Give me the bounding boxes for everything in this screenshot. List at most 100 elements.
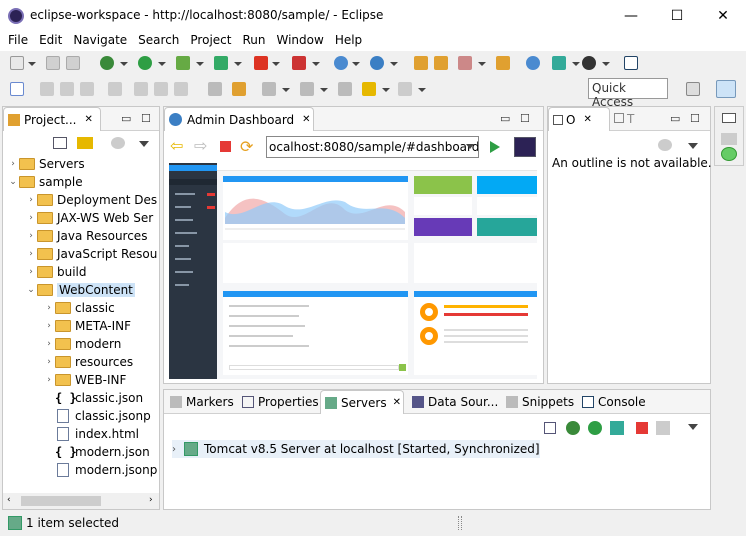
tree-item[interactable]: › Servers (7, 155, 84, 173)
step-into-icon[interactable] (134, 82, 148, 96)
save-all-icon[interactable] (66, 56, 80, 70)
step-over-icon[interactable] (154, 82, 168, 96)
next-annotation-icon[interactable] (262, 82, 276, 96)
maximize-view-icon[interactable]: ☐ (690, 112, 700, 125)
collapse-all-icon[interactable] (53, 137, 67, 149)
tree-item[interactable]: { } modern.json (7, 443, 150, 461)
tab-task-list[interactable]: T (614, 112, 634, 126)
menu-file[interactable]: File (4, 31, 32, 51)
open-type-icon[interactable] (414, 56, 428, 70)
quick-access-field[interactable]: Quick Access (588, 78, 668, 109)
tab-servers[interactable]: Servers ✕ (320, 390, 404, 414)
view-menu-icon[interactable] (688, 424, 698, 430)
tab-markers[interactable]: Markers (170, 395, 234, 409)
last-edit-icon[interactable] (338, 82, 352, 96)
tab-properties[interactable]: Properties (242, 395, 319, 409)
expand-arrow-icon[interactable]: › (25, 231, 37, 241)
resume-icon[interactable] (40, 82, 54, 96)
tab-outline[interactable]: O ✕ (548, 107, 610, 131)
menu-search[interactable]: Search (134, 31, 183, 51)
tree-item[interactable]: › resources (7, 353, 133, 371)
new-icon[interactable] (10, 56, 24, 70)
go-icon[interactable] (490, 141, 500, 153)
expand-arrow-icon[interactable]: › (25, 249, 37, 259)
filter-icon[interactable] (111, 137, 125, 149)
server-row[interactable]: › Tomcat v8.5 Server at localhost [Start… (172, 440, 540, 458)
horizontal-scrollbar[interactable]: ‹ › (3, 493, 159, 509)
tree-item[interactable]: ⌄ sample (7, 173, 82, 191)
tree-item[interactable]: › build (7, 263, 86, 281)
outline-trim-icon[interactable] (721, 133, 737, 145)
skip-breakpoints-icon[interactable] (10, 82, 24, 96)
profile-icon[interactable] (214, 56, 228, 70)
view-menu-icon[interactable] (139, 141, 149, 147)
tree-item[interactable]: › JAX-WS Web Ser (7, 209, 153, 227)
link-editor-icon[interactable] (77, 137, 93, 149)
browser-stop-icon[interactable] (220, 141, 231, 152)
publish-icon[interactable] (656, 421, 670, 435)
tree-item[interactable]: ⌄ WebContent (7, 281, 135, 299)
tree-item[interactable]: › WEB-INF (7, 371, 126, 389)
expand-arrow-icon[interactable]: › (43, 321, 55, 331)
close-button[interactable]: ✕ (700, 0, 746, 31)
maximize-editor-icon[interactable]: ☐ (520, 112, 530, 125)
menu-edit[interactable]: Edit (35, 31, 66, 51)
debug-icon[interactable] (100, 56, 114, 70)
console-icon[interactable] (624, 56, 638, 70)
forward-icon[interactable] (398, 82, 412, 96)
close-tab-icon[interactable]: ✕ (583, 114, 591, 125)
minimize-view-icon[interactable]: ▭ (670, 112, 680, 125)
expand-arrow-icon[interactable]: › (43, 339, 55, 349)
expand-arrow-icon[interactable]: › (43, 375, 55, 385)
expand-arrow-icon[interactable]: ⌄ (7, 177, 19, 187)
expand-icon[interactable]: › (172, 444, 176, 455)
mark-occurrences-icon[interactable] (232, 82, 246, 96)
maximize-button[interactable]: ☐ (654, 0, 700, 31)
tree-item[interactable]: › JavaScript Resou (7, 245, 157, 263)
restore-icon[interactable] (722, 113, 736, 123)
prev-annotation-icon[interactable] (300, 82, 314, 96)
new-server-icon[interactable] (334, 56, 348, 70)
tree-item[interactable]: › Java Resources (7, 227, 147, 245)
suspend-icon[interactable] (60, 82, 74, 96)
debug-server-icon[interactable] (566, 421, 580, 435)
task-icon[interactable] (496, 56, 510, 70)
terminate-icon[interactable] (80, 82, 94, 96)
tab-console[interactable]: Console (582, 395, 646, 409)
palette-icon[interactable] (721, 147, 737, 161)
close-tab-icon[interactable]: ✕ (302, 114, 310, 125)
disconnect-icon[interactable] (108, 82, 122, 96)
url-field[interactable]: ocalhost:8080/sample/#dashboard (266, 136, 479, 158)
close-tab-icon[interactable]: ✕ (393, 397, 401, 408)
close-tab-icon[interactable]: ✕ (85, 114, 93, 125)
save-icon[interactable] (46, 56, 60, 70)
tab-admin-dashboard[interactable]: Admin Dashboard ✕ (164, 107, 314, 131)
coverage-icon[interactable] (176, 56, 190, 70)
expand-arrow-icon[interactable]: › (25, 195, 37, 205)
browser-icon[interactable] (526, 56, 540, 70)
pin-icon[interactable] (458, 56, 472, 70)
tree-item[interactable]: { } classic.json (7, 389, 143, 407)
expand-arrow-icon[interactable]: ⌄ (25, 285, 37, 295)
back-icon[interactable] (362, 82, 376, 96)
tree-item[interactable]: modern.jsonp (7, 461, 157, 479)
expand-arrow-icon[interactable]: › (7, 159, 19, 169)
globe-icon[interactable] (370, 56, 384, 70)
tab-data-source[interactable]: Data Sour... (412, 395, 498, 409)
minimize-button[interactable]: — (608, 0, 654, 31)
tree-item[interactable]: index.html (7, 425, 139, 443)
start-server-icon[interactable] (588, 421, 602, 435)
tab-snippets[interactable]: Snippets (506, 395, 574, 409)
maximize-view-icon[interactable]: ☐ (141, 112, 151, 125)
menu-run[interactable]: Run (238, 31, 269, 51)
menu-window[interactable]: Window (272, 31, 327, 51)
server-stop-icon[interactable] (292, 56, 306, 70)
eclipse-browser-icon[interactable] (514, 137, 536, 157)
profile-server-icon[interactable] (610, 421, 624, 435)
open-folder-icon[interactable] (434, 56, 448, 70)
menu-navigate[interactable]: Navigate (69, 31, 131, 51)
tree-item[interactable]: › Deployment Des (7, 191, 157, 209)
stop-server-icon[interactable] (636, 422, 648, 434)
tree-item[interactable]: › modern (7, 335, 121, 353)
stop-icon[interactable] (254, 56, 268, 70)
